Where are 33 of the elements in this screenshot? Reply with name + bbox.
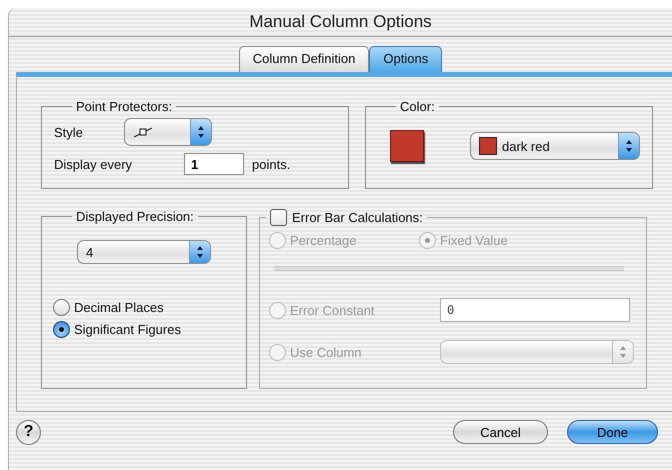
radio-label: Use Column	[290, 344, 362, 360]
line-marker-icon	[133, 126, 153, 138]
tab[interactable]: Options	[369, 46, 442, 72]
group-title: Displayed Precision:	[75, 209, 195, 224]
tab[interactable]: Column Definition	[238, 46, 370, 72]
done-button[interactable]: Done	[567, 420, 658, 444]
group-title: Color:	[399, 99, 436, 114]
cancel-button[interactable]: Cancel	[453, 420, 548, 444]
up-down-arrows-icon	[623, 139, 635, 153]
field-label: Style	[54, 124, 84, 140]
group-title: Error Bar Calculations:	[292, 210, 423, 225]
color-well[interactable]	[390, 130, 424, 162]
help-button[interactable]: ?	[16, 420, 41, 444]
radio-button[interactable]	[53, 298, 70, 316]
up-down-arrows-icon	[617, 345, 629, 359]
dropdown[interactable]: 4	[77, 240, 211, 264]
group-title: Point Protectors:	[75, 99, 174, 114]
radio-label: Decimal Places	[74, 300, 164, 314]
up-down-arrows-icon	[195, 125, 207, 139]
field-label: Display every	[54, 156, 134, 172]
dropdown-value: 4	[86, 244, 94, 260]
radio-button[interactable]	[53, 320, 70, 338]
dropdown[interactable]	[124, 118, 212, 146]
radio-label: Error Constant	[290, 302, 375, 318]
input-field[interactable]: 1	[184, 153, 244, 175]
radio-label: Percentage	[290, 232, 356, 248]
dropdown[interactable]: dark red	[470, 132, 640, 160]
radio-label: Fixed Value	[440, 232, 508, 248]
radio-label: Significant Figures	[74, 322, 181, 336]
window-title: Manual Column Options	[249, 12, 432, 32]
dropdown-value: dark red	[502, 138, 550, 154]
units-label: points.	[252, 156, 290, 172]
up-down-arrows-icon	[194, 245, 206, 259]
